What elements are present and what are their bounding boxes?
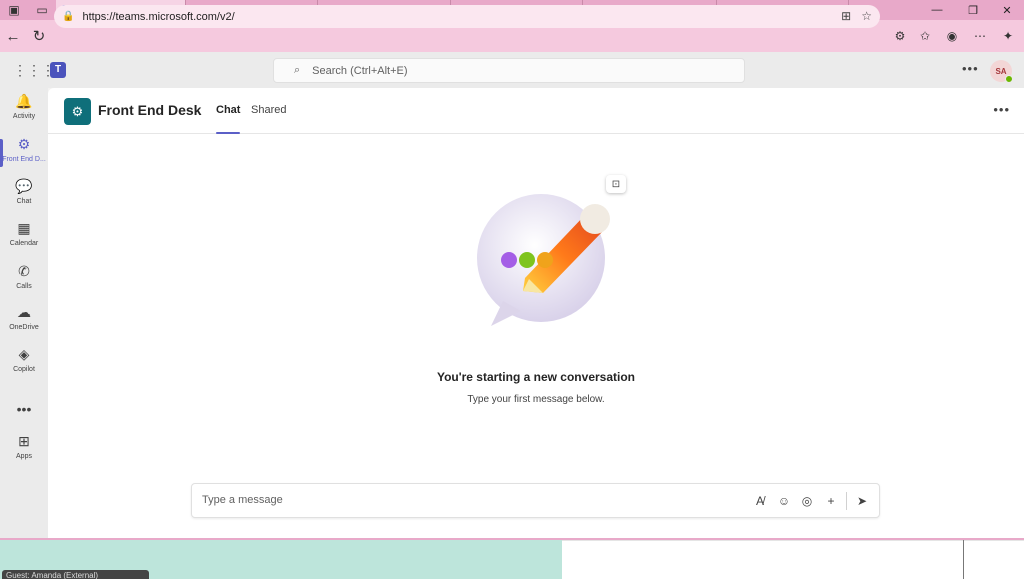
rail-item-calls[interactable]: ✆ Calls (0, 262, 48, 300)
copilot-browser-icon[interactable]: ✦ (998, 26, 1018, 46)
rail-item-chat[interactable]: 💬 Chat (0, 177, 48, 215)
chat-pane: ⚙ Front End Desk Chat Shared ••• ⊡ You'r… (48, 88, 1024, 538)
url-text: https://teams.microsoft.com/v2/ (82, 10, 235, 23)
bot-icon: ⚙ (71, 103, 84, 119)
favorites-icon[interactable]: ✩ (915, 26, 935, 46)
add-icon[interactable]: + (823, 493, 839, 509)
typing-dot (501, 252, 517, 268)
teams-header: ⋮⋮⋮ T ⌕ Search (Ctrl+Alt+E) ••• SA (0, 52, 1024, 88)
search-icon: ⌕ (294, 64, 301, 76)
compose-divider (846, 492, 847, 510)
more-icon: ••• (16, 401, 32, 417)
rail-item-label: Apps (16, 453, 32, 460)
send-icon[interactable]: ➤ (854, 493, 870, 509)
chat-icon: 💬 (15, 178, 33, 194)
compose-box[interactable]: Type a message A̸ ☺ ◎ + ➤ (191, 483, 880, 518)
typing-dot (537, 252, 553, 268)
compose-placeholder: Type a message (202, 494, 283, 506)
close-window-button[interactable]: ✕ (990, 0, 1024, 20)
avatar[interactable]: SA (990, 60, 1013, 83)
split-screen-icon[interactable]: ⊞ (841, 9, 851, 23)
emoji-icon[interactable]: ☺ (776, 493, 792, 509)
tab-chat[interactable]: Chat (216, 104, 241, 134)
lock-icon: 🔒 (62, 11, 75, 22)
refresh-button[interactable]: ↻ (26, 20, 52, 52)
rail-item-copilot[interactable]: ◈ Copilot (0, 345, 48, 383)
apps-icon: ⊞ (18, 433, 30, 449)
presence-available-icon (1005, 75, 1013, 83)
rail-item-front-end-d[interactable]: ⚙ Front End D... (0, 135, 48, 173)
tab-actions-icon[interactable]: ▭ (28, 0, 56, 20)
taskbar-divider (963, 540, 964, 579)
format-icon[interactable]: A̸ (752, 493, 768, 509)
taskbar-right-region (562, 540, 1024, 579)
chat-more-options-button[interactable]: ••• (993, 102, 1010, 117)
status-pill: Guest: Amanda (External) (2, 570, 149, 579)
rail-item-apps[interactable]: ⊞ Apps (0, 432, 48, 470)
extensions-icon[interactable]: ⚙ (890, 26, 910, 46)
bell-icon: 🔔 (15, 93, 33, 109)
rail-item-label: OneDrive (9, 324, 39, 331)
rail-item-calendar[interactable]: ▦ Calendar (0, 219, 48, 257)
restore-button[interactable]: ❐ (956, 0, 990, 20)
rail-item-label: Calls (16, 283, 32, 290)
search-input[interactable]: ⌕ Search (Ctrl+Alt+E) (273, 58, 745, 83)
chat-header: ⚙ Front End Desk Chat Shared ••• (48, 88, 1024, 134)
favorite-star-icon[interactable]: ☆ (861, 9, 872, 23)
screen-capture-icon[interactable]: ⊡ (606, 175, 626, 193)
empty-state-subtitle: Type your first message below. (467, 394, 605, 405)
settings-more-button[interactable]: ••• (962, 61, 979, 76)
avatar-initials: SA (995, 66, 1007, 76)
rail-item-activity[interactable]: 🔔 Activity (0, 92, 48, 130)
rail-item-label: Chat (16, 198, 32, 205)
app-rail: 🔔 Activity ⚙ Front End D... 💬 Chat ▦ Calendar ✆ C… (0, 88, 48, 538)
typing-dot (519, 252, 535, 268)
empty-state-title: You're starting a new conversation (436, 370, 635, 384)
loop-icon[interactable]: ◎ (799, 493, 815, 509)
phone-icon: ✆ (18, 263, 30, 279)
teams-logo-icon: T (50, 62, 66, 78)
bot-icon: ⚙ (17, 136, 31, 152)
rail-item-label: Copilot (13, 366, 35, 373)
back-button[interactable]: ← (0, 20, 26, 52)
search-placeholder: Search (Ctrl+Alt+E) (312, 64, 408, 77)
url-field[interactable]: 🔒 https://teams.microsoft.com/v2/ ⊞ ☆ (54, 5, 880, 28)
cloud-icon: ☁ (17, 304, 31, 320)
rail-item-label: Front End D... (2, 156, 46, 163)
rail-item-onedrive[interactable]: ☁ OneDrive (0, 303, 48, 341)
copilot-icon: ◈ (18, 346, 30, 362)
bot-avatar[interactable]: ⚙ (64, 98, 91, 125)
workspaces-icon[interactable]: ▣ (0, 0, 28, 20)
chat-title[interactable]: Front End Desk (98, 102, 201, 118)
rail-item-label: Calendar (9, 240, 39, 247)
calendar-icon: ▦ (17, 220, 31, 236)
rail-item-label: Activity (12, 113, 36, 120)
profile-icon[interactable]: ◉ (942, 26, 962, 46)
minimize-button[interactable]: — (920, 0, 954, 20)
tab-shared[interactable]: Shared (251, 104, 286, 134)
app-launcher-icon[interactable]: ⋮⋮⋮ (13, 62, 55, 78)
browser-menu-icon[interactable]: ⋯ (970, 26, 990, 46)
new-conversation-illustration (477, 194, 610, 326)
